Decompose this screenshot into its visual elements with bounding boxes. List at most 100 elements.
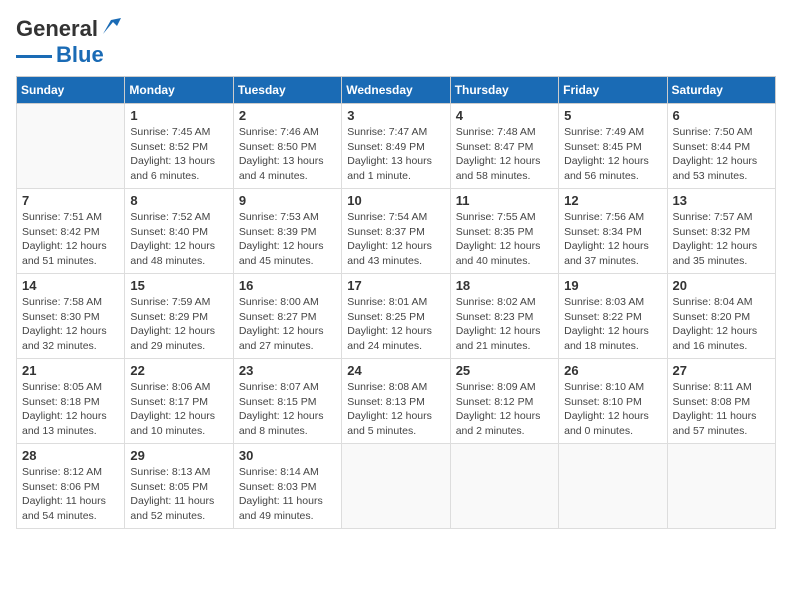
day-number: 27 <box>673 363 770 378</box>
day-number: 23 <box>239 363 336 378</box>
day-info: Sunrise: 7:49 AM Sunset: 8:45 PM Dayligh… <box>564 125 661 184</box>
calendar-cell: 9 Sunrise: 7:53 AM Sunset: 8:39 PM Daylig… <box>233 189 341 274</box>
day-number: 1 <box>130 108 227 123</box>
calendar-cell: 20Sunrise: 8:04 AM Sunset: 8:20 PM Dayli… <box>667 274 775 359</box>
day-number: 2 <box>239 108 336 123</box>
calendar-cell: 3 Sunrise: 7:47 AM Sunset: 8:49 PM Daylig… <box>342 104 450 189</box>
calendar-cell: 22 Sunrise: 8:06 AM Sunset: 8:17 PM Dayli… <box>125 359 233 444</box>
logo-text-blue: Blue <box>56 42 104 68</box>
weekday-header: Wednesday <box>342 77 450 104</box>
day-number: 26 <box>564 363 661 378</box>
day-info: Sunrise: 8:13 AM Sunset: 8:05 PM Dayligh… <box>130 465 227 524</box>
day-number: 29 <box>130 448 227 463</box>
day-number: 5 <box>564 108 661 123</box>
weekday-header: Sunday <box>17 77 125 104</box>
calendar-cell: 6 Sunrise: 7:50 AM Sunset: 8:44 PM Daylig… <box>667 104 775 189</box>
day-number: 8 <box>130 193 227 208</box>
day-info: Sunrise: 8:06 AM Sunset: 8:17 PM Dayligh… <box>130 380 227 439</box>
day-number: 25 <box>456 363 553 378</box>
day-number: 19 <box>564 278 661 293</box>
calendar-cell: 8 Sunrise: 7:52 AM Sunset: 8:40 PM Daylig… <box>125 189 233 274</box>
day-info: Sunrise: 8:07 AM Sunset: 8:15 PM Dayligh… <box>239 380 336 439</box>
logo: General Blue <box>16 16 121 68</box>
calendar-cell: 7Sunrise: 7:51 AM Sunset: 8:42 PM Daylig… <box>17 189 125 274</box>
calendar-cell: 5 Sunrise: 7:49 AM Sunset: 8:45 PM Daylig… <box>559 104 667 189</box>
calendar-header-row: SundayMondayTuesdayWednesdayThursdayFrid… <box>17 77 776 104</box>
calendar-cell: 19Sunrise: 8:03 AM Sunset: 8:22 PM Dayli… <box>559 274 667 359</box>
day-number: 17 <box>347 278 444 293</box>
calendar-cell: 13Sunrise: 7:57 AM Sunset: 8:32 PM Dayli… <box>667 189 775 274</box>
day-info: Sunrise: 8:02 AM Sunset: 8:23 PM Dayligh… <box>456 295 553 354</box>
calendar-cell <box>342 444 450 529</box>
day-number: 7 <box>22 193 119 208</box>
weekday-header: Tuesday <box>233 77 341 104</box>
weekday-header: Saturday <box>667 77 775 104</box>
day-info: Sunrise: 7:58 AM Sunset: 8:30 PM Dayligh… <box>22 295 119 354</box>
day-info: Sunrise: 8:00 AM Sunset: 8:27 PM Dayligh… <box>239 295 336 354</box>
day-info: Sunrise: 7:48 AM Sunset: 8:47 PM Dayligh… <box>456 125 553 184</box>
logo-bottom: Blue <box>16 42 104 68</box>
calendar-cell: 21 Sunrise: 8:05 AM Sunset: 8:18 PM Dayli… <box>17 359 125 444</box>
calendar-cell: 16 Sunrise: 8:00 AM Sunset: 8:27 PM Dayli… <box>233 274 341 359</box>
calendar-cell: 28Sunrise: 8:12 AM Sunset: 8:06 PM Dayli… <box>17 444 125 529</box>
day-number: 15 <box>130 278 227 293</box>
day-info: Sunrise: 7:46 AM Sunset: 8:50 PM Dayligh… <box>239 125 336 184</box>
calendar-table: SundayMondayTuesdayWednesdayThursdayFrid… <box>16 76 776 529</box>
day-info: Sunrise: 7:54 AM Sunset: 8:37 PM Dayligh… <box>347 210 444 269</box>
day-info: Sunrise: 7:56 AM Sunset: 8:34 PM Dayligh… <box>564 210 661 269</box>
calendar-cell: 15Sunrise: 7:59 AM Sunset: 8:29 PM Dayli… <box>125 274 233 359</box>
day-number: 4 <box>456 108 553 123</box>
calendar-week-row: 21 Sunrise: 8:05 AM Sunset: 8:18 PM Dayli… <box>17 359 776 444</box>
calendar-cell: 2 Sunrise: 7:46 AM Sunset: 8:50 PM Daylig… <box>233 104 341 189</box>
calendar-cell: 14 Sunrise: 7:58 AM Sunset: 8:30 PM Dayli… <box>17 274 125 359</box>
day-info: Sunrise: 7:52 AM Sunset: 8:40 PM Dayligh… <box>130 210 227 269</box>
logo-bird-icon <box>99 16 121 38</box>
day-number: 22 <box>130 363 227 378</box>
day-info: Sunrise: 8:05 AM Sunset: 8:18 PM Dayligh… <box>22 380 119 439</box>
day-info: Sunrise: 7:53 AM Sunset: 8:39 PM Dayligh… <box>239 210 336 269</box>
day-info: Sunrise: 8:11 AM Sunset: 8:08 PM Dayligh… <box>673 380 770 439</box>
day-info: Sunrise: 8:09 AM Sunset: 8:12 PM Dayligh… <box>456 380 553 439</box>
calendar-cell: 17 Sunrise: 8:01 AM Sunset: 8:25 PM Dayli… <box>342 274 450 359</box>
day-info: Sunrise: 7:47 AM Sunset: 8:49 PM Dayligh… <box>347 125 444 184</box>
day-number: 21 <box>22 363 119 378</box>
calendar-week-row: 1 Sunrise: 7:45 AM Sunset: 8:52 PM Daylig… <box>17 104 776 189</box>
day-number: 28 <box>22 448 119 463</box>
day-number: 30 <box>239 448 336 463</box>
day-number: 14 <box>22 278 119 293</box>
day-number: 9 <box>239 193 336 208</box>
calendar-week-row: 28Sunrise: 8:12 AM Sunset: 8:06 PM Dayli… <box>17 444 776 529</box>
calendar-cell: 4 Sunrise: 7:48 AM Sunset: 8:47 PM Daylig… <box>450 104 558 189</box>
calendar-cell: 10 Sunrise: 7:54 AM Sunset: 8:37 PM Dayli… <box>342 189 450 274</box>
calendar-cell <box>559 444 667 529</box>
day-number: 6 <box>673 108 770 123</box>
calendar-week-row: 7Sunrise: 7:51 AM Sunset: 8:42 PM Daylig… <box>17 189 776 274</box>
calendar-cell: 24Sunrise: 8:08 AM Sunset: 8:13 PM Dayli… <box>342 359 450 444</box>
calendar-cell: 12 Sunrise: 7:56 AM Sunset: 8:34 PM Dayli… <box>559 189 667 274</box>
weekday-header: Friday <box>559 77 667 104</box>
weekday-header: Monday <box>125 77 233 104</box>
day-info: Sunrise: 7:50 AM Sunset: 8:44 PM Dayligh… <box>673 125 770 184</box>
day-number: 12 <box>564 193 661 208</box>
calendar-cell: 26Sunrise: 8:10 AM Sunset: 8:10 PM Dayli… <box>559 359 667 444</box>
day-info: Sunrise: 7:45 AM Sunset: 8:52 PM Dayligh… <box>130 125 227 184</box>
day-number: 3 <box>347 108 444 123</box>
calendar-cell: 11 Sunrise: 7:55 AM Sunset: 8:35 PM Dayli… <box>450 189 558 274</box>
calendar-cell: 25 Sunrise: 8:09 AM Sunset: 8:12 PM Dayli… <box>450 359 558 444</box>
calendar-cell: 29 Sunrise: 8:13 AM Sunset: 8:05 PM Dayli… <box>125 444 233 529</box>
calendar-week-row: 14 Sunrise: 7:58 AM Sunset: 8:30 PM Dayli… <box>17 274 776 359</box>
day-info: Sunrise: 8:01 AM Sunset: 8:25 PM Dayligh… <box>347 295 444 354</box>
calendar-cell: 27 Sunrise: 8:11 AM Sunset: 8:08 PM Dayli… <box>667 359 775 444</box>
day-number: 16 <box>239 278 336 293</box>
calendar-cell: 30 Sunrise: 8:14 AM Sunset: 8:03 PM Dayli… <box>233 444 341 529</box>
calendar-cell: 23 Sunrise: 8:07 AM Sunset: 8:15 PM Dayli… <box>233 359 341 444</box>
day-info: Sunrise: 8:14 AM Sunset: 8:03 PM Dayligh… <box>239 465 336 524</box>
day-info: Sunrise: 8:04 AM Sunset: 8:20 PM Dayligh… <box>673 295 770 354</box>
day-number: 11 <box>456 193 553 208</box>
day-number: 10 <box>347 193 444 208</box>
day-info: Sunrise: 7:55 AM Sunset: 8:35 PM Dayligh… <box>456 210 553 269</box>
day-number: 24 <box>347 363 444 378</box>
page-header: General Blue <box>16 16 776 68</box>
day-number: 13 <box>673 193 770 208</box>
day-number: 18 <box>456 278 553 293</box>
